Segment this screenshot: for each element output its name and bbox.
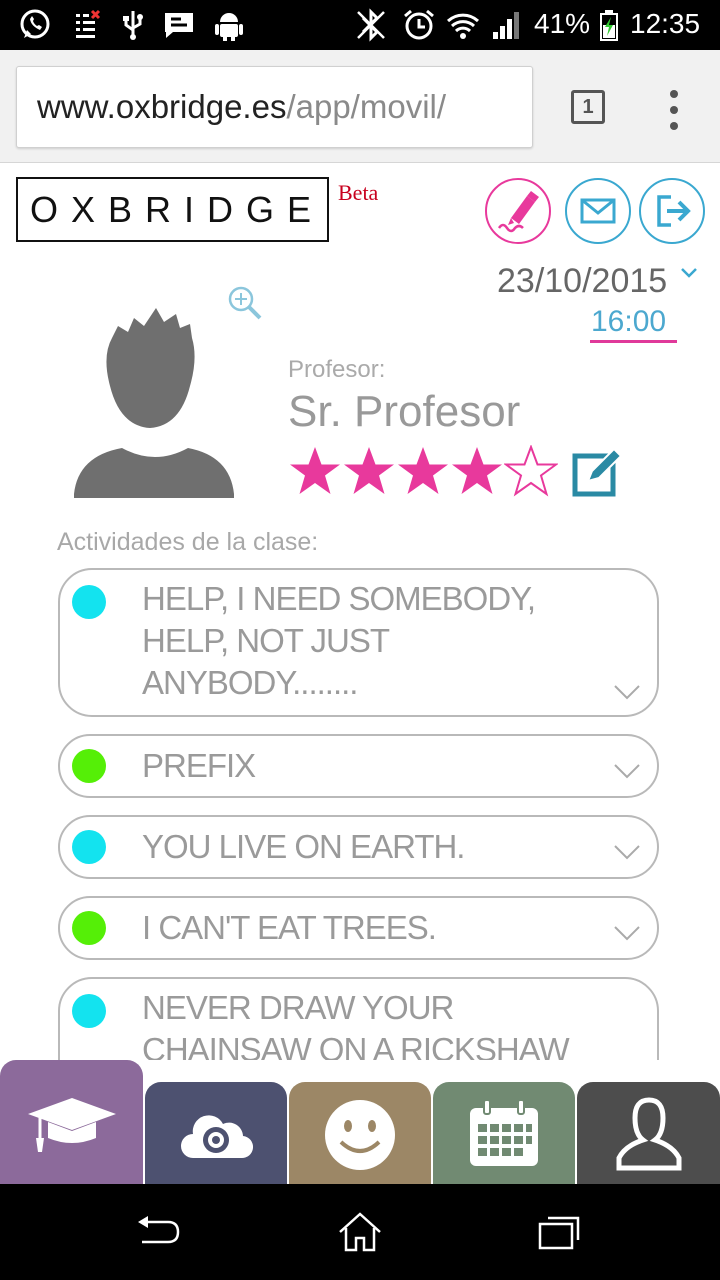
- signal-icon: [493, 12, 519, 39]
- activity-item[interactable]: YOU LIVE ON EARTH.: [58, 815, 659, 879]
- usb-icon: [123, 11, 143, 40]
- star-filled-icon[interactable]: [342, 445, 396, 499]
- activity-text: PREFIX: [142, 747, 256, 784]
- bluetooth-icon: [357, 8, 385, 42]
- system-nav-bar: [0, 1184, 720, 1280]
- logout-icon: [657, 195, 691, 227]
- battery-percent: 41%: [534, 8, 591, 39]
- message-icon: [165, 13, 193, 38]
- recents-icon[interactable]: [536, 1208, 584, 1256]
- activity-list: HELP, I NEED SOMEBODY, HELP, NOT JUST AN…: [0, 568, 720, 1060]
- activity-item[interactable]: HELP, I NEED SOMEBODY, HELP, NOT JUST AN…: [58, 568, 659, 717]
- smiley-icon: [325, 1100, 395, 1170]
- mail-icon: [580, 198, 616, 224]
- home-icon[interactable]: [336, 1208, 384, 1256]
- cloud-eye-icon: [181, 1115, 253, 1159]
- wifi-icon: [446, 13, 480, 39]
- status-bar: 41% 12:35: [0, 0, 720, 50]
- bottom-tab-bar: [0, 1060, 720, 1184]
- chevron-down-icon[interactable]: [612, 762, 642, 780]
- battery-charging-icon: [600, 10, 618, 41]
- tab-switcher-button[interactable]: 1: [571, 90, 605, 124]
- star-empty-icon[interactable]: [504, 445, 558, 499]
- tab-calendar[interactable]: [433, 1082, 575, 1184]
- time-underline: [590, 340, 677, 343]
- status-dot: [72, 911, 106, 945]
- mail-button[interactable]: [565, 178, 631, 244]
- star-filled-icon[interactable]: [288, 445, 342, 499]
- activity-text: HELP, I NEED SOMEBODY, HELP, NOT JUST AN…: [142, 580, 536, 701]
- status-dot: [72, 830, 106, 864]
- activity-item[interactable]: I CAN'T EAT TREES.: [58, 896, 659, 960]
- edit-icon[interactable]: [572, 447, 624, 497]
- url-path: /app/movil/: [286, 88, 447, 125]
- teacher-label: Profesor:: [288, 356, 386, 383]
- graduation-cap-icon: [27, 1098, 116, 1152]
- whatsapp-icon: [20, 9, 50, 39]
- pen-icon: [497, 191, 539, 233]
- clock: 12:35: [630, 8, 701, 39]
- chevron-down-icon[interactable]: [612, 683, 642, 701]
- activity-item[interactable]: PREFIX: [58, 734, 659, 798]
- status-dot: [72, 585, 106, 619]
- chevron-down-icon[interactable]: [612, 924, 642, 942]
- tab-profile[interactable]: [577, 1082, 720, 1184]
- class-date[interactable]: 23/10/2015: [497, 262, 667, 301]
- tab-mood[interactable]: [289, 1082, 431, 1184]
- user-icon: [616, 1097, 681, 1171]
- write-button[interactable]: [485, 178, 551, 244]
- url-host: www.oxbridge.es: [37, 88, 287, 125]
- tab-classes[interactable]: [0, 1060, 143, 1184]
- activity-text: I CAN'T EAT TREES.: [142, 909, 437, 946]
- logout-button[interactable]: [639, 178, 705, 244]
- star-filled-icon[interactable]: [450, 445, 504, 499]
- tab-cloud[interactable]: [145, 1082, 287, 1184]
- star-filled-icon[interactable]: [396, 445, 450, 499]
- back-icon[interactable]: [134, 1208, 182, 1256]
- oxbridge-logo[interactable]: OXBRIDGE: [16, 177, 329, 242]
- teacher-avatar: [74, 308, 234, 498]
- chevron-down-icon[interactable]: [680, 266, 698, 280]
- teacher-name: Sr. Profesor: [288, 387, 521, 436]
- android-icon: [215, 13, 243, 41]
- beta-label: Beta: [338, 180, 379, 205]
- chevron-down-icon[interactable]: [612, 843, 642, 861]
- sim-icon: [76, 9, 101, 38]
- alarm-icon: [404, 9, 434, 40]
- status-dot: [72, 994, 106, 1028]
- activity-text: NEVER DRAW YOUR CHAINSAW ON A RICKSHAW: [142, 989, 570, 1060]
- activity-text: YOU LIVE ON EARTH.: [142, 828, 465, 865]
- status-dot: [72, 749, 106, 783]
- activity-item[interactable]: NEVER DRAW YOUR CHAINSAW ON A RICKSHAW: [58, 977, 659, 1060]
- url-bar[interactable]: www.oxbridge.es/app/movil/: [16, 66, 533, 148]
- calendar-icon: [470, 1099, 538, 1166]
- activities-title: Actividades de la clase:: [57, 528, 319, 556]
- browser-toolbar: www.oxbridge.es/app/movil/ 1: [0, 50, 720, 163]
- zoom-in-icon[interactable]: [226, 284, 264, 322]
- overflow-menu-icon[interactable]: [662, 88, 686, 132]
- class-time[interactable]: 16:00: [591, 305, 666, 339]
